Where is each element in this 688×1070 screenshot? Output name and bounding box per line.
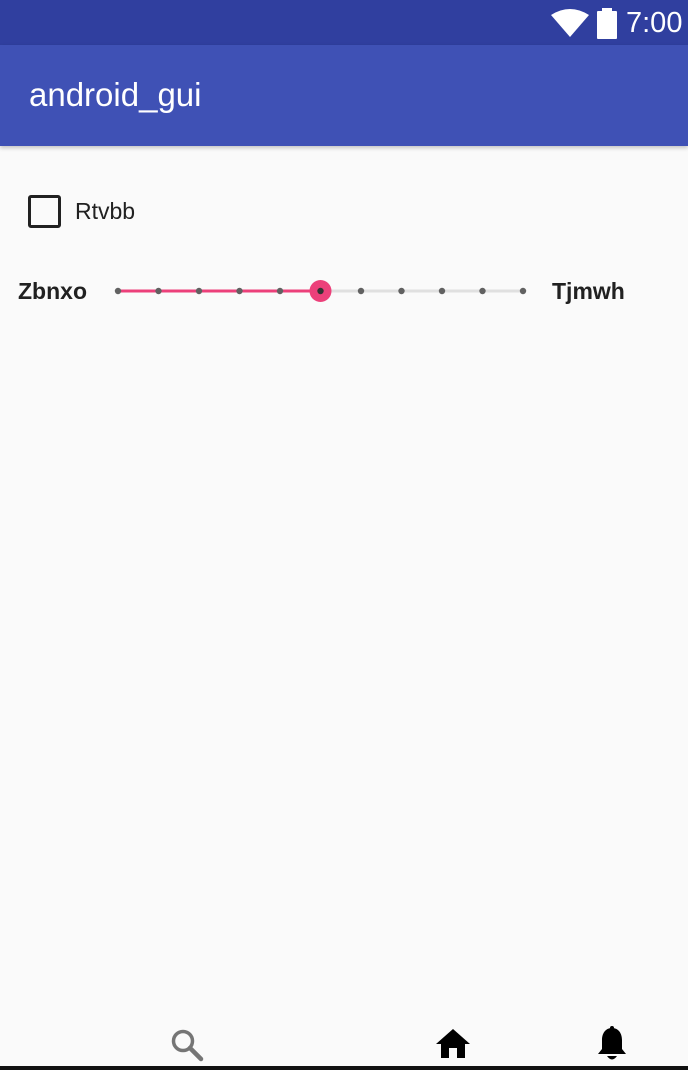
- seekbar-min-label: Zbnxo: [18, 278, 87, 304]
- wifi-icon: [551, 9, 589, 42]
- rtvbb-checkbox-row[interactable]: Rtvbb: [28, 192, 135, 230]
- seekbar-thumb-tick: [317, 287, 324, 295]
- seekbar[interactable]: [105, 274, 535, 310]
- system-nav-bar: [0, 1066, 688, 1070]
- status-bar: 7:00: [0, 0, 688, 45]
- seekbar-tick: [519, 287, 527, 295]
- bottom-navigation: [0, 1018, 688, 1070]
- app-bar: android_gui: [0, 45, 688, 146]
- seekbar-tick: [195, 287, 203, 295]
- seekbar-tick: [276, 287, 284, 295]
- battery-icon: [596, 8, 618, 44]
- home-icon[interactable]: [435, 1028, 471, 1065]
- app-title: android_gui: [29, 76, 202, 113]
- seekbar-tick: [155, 287, 162, 295]
- rtvbb-checkbox[interactable]: [28, 194, 61, 228]
- seekbar-tick: [114, 287, 122, 295]
- search-icon[interactable]: [170, 1028, 204, 1067]
- seekbar-tick: [357, 287, 365, 295]
- seekbar-tick: [236, 287, 243, 295]
- status-time: 7:00: [626, 7, 683, 39]
- checkbox-label: Rtvbb: [75, 198, 136, 224]
- bell-icon[interactable]: [596, 1026, 628, 1067]
- seekbar-tick: [479, 287, 486, 295]
- seekbar-max-label: Tjmwh: [552, 278, 625, 304]
- seekbar-tick: [398, 287, 405, 295]
- seekbar-tick: [438, 287, 446, 295]
